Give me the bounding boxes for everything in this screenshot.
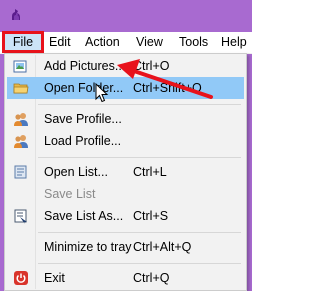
menu-action[interactable]: Action <box>85 32 120 53</box>
menu-item-exit[interactable]: Exit Ctrl+Q <box>7 267 244 289</box>
menu-item-shortcut: Ctrl+Alt+Q <box>133 240 192 254</box>
menu-item-label: Save List As... <box>44 209 124 223</box>
menu-item-label: Minimize to tray <box>44 240 132 254</box>
file-dropdown-menu: Add Pictures... Ctrl+O Open Folder... Ct… <box>4 53 247 291</box>
menu-tools[interactable]: Tools <box>179 32 208 53</box>
menu-item-label: Open List... <box>44 165 108 179</box>
menu-separator <box>38 232 241 233</box>
menu-item-open-folder[interactable]: Open Folder... Ctrl+Shift+O <box>7 77 244 99</box>
menu-item-label: Open Folder... <box>44 81 124 95</box>
menu-separator <box>38 263 241 264</box>
menu-item-save-profile[interactable]: Save Profile... <box>7 108 244 130</box>
menu-item-label: Save Profile... <box>44 112 122 126</box>
menu-item-shortcut: Ctrl+Q <box>133 271 170 285</box>
menu-item-shortcut: Ctrl+S <box>133 209 169 223</box>
menu-item-label: Exit <box>44 271 65 285</box>
users-icon <box>14 113 28 126</box>
menu-item-shortcut: Ctrl+Shift+O <box>133 81 202 95</box>
folder-icon <box>13 83 29 94</box>
menu-item-save-list-as[interactable]: Save List As... Ctrl+S <box>7 205 244 227</box>
menu-item-minimize-to-tray[interactable]: Minimize to tray Ctrl+Alt+Q <box>7 236 244 258</box>
menu-item-label: Add Pictures... <box>44 59 126 73</box>
power-icon <box>14 271 28 285</box>
menu-separator <box>38 157 241 158</box>
menu-item-label: Save List <box>44 187 96 201</box>
menu-item-save-list[interactable]: Save List <box>7 183 244 205</box>
menu-view[interactable]: View <box>136 32 163 53</box>
menu-separator <box>38 104 241 105</box>
add-pictures-icon <box>13 60 27 73</box>
menu-help[interactable]: Help <box>221 32 247 53</box>
menu-item-label: Load Profile... <box>44 134 122 148</box>
menu-item-add-pictures[interactable]: Add Pictures... Ctrl+O <box>7 55 244 77</box>
users-icon <box>14 135 28 148</box>
app-logo-icon <box>12 9 20 20</box>
open-list-icon <box>14 165 27 179</box>
menu-item-open-list[interactable]: Open List... Ctrl+L <box>7 161 244 183</box>
menu-item-shortcut: Ctrl+L <box>133 165 167 179</box>
menu-edit[interactable]: Edit <box>49 32 71 53</box>
save-list-icon <box>14 209 27 224</box>
app-window: File Edit Action View Tools Help Add Pic… <box>0 0 252 291</box>
menu-bar: File Edit Action View Tools Help <box>0 32 252 54</box>
menu-file[interactable]: File <box>4 32 42 53</box>
menu-item-load-profile[interactable]: Load Profile... <box>7 130 244 152</box>
menu-item-shortcut: Ctrl+O <box>133 59 170 73</box>
title-bar <box>0 0 252 32</box>
